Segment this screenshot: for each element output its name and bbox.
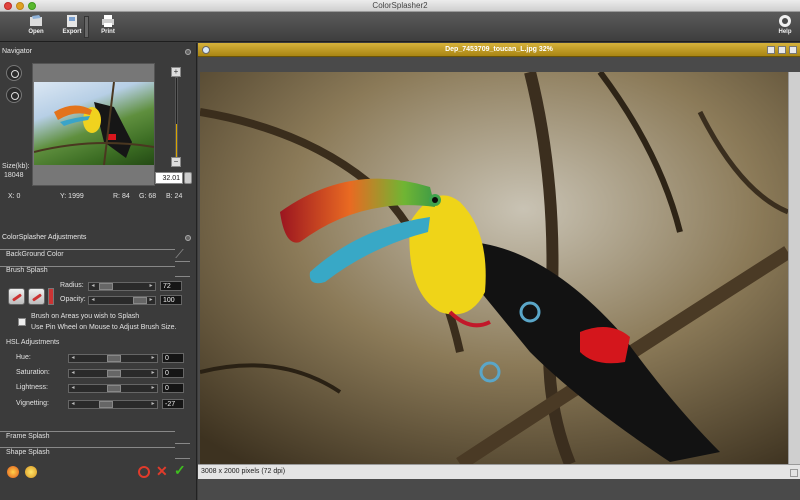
export-icon (67, 15, 77, 27)
export-dropdown-arrow[interactable] (84, 16, 89, 38)
b-readout: B: 24 (166, 193, 183, 200)
help-button[interactable]: Help (771, 14, 799, 40)
image-status-bar: 3008 x 2000 pixels (72 dpi) (198, 464, 800, 479)
lightness-value[interactable]: 0 (162, 383, 184, 393)
brush-hint-1: Brush on Areas you wish to Splash (31, 313, 140, 320)
frame-splash-section[interactable]: Frame Splash (6, 433, 50, 440)
opacity-value[interactable]: 100 (160, 295, 182, 305)
print-button[interactable]: Print (94, 14, 122, 40)
hsl-title: HSL Adjustments (6, 339, 60, 346)
saturation-label: Saturation: (16, 369, 50, 376)
hue-slider[interactable]: ◂ ▸ (68, 354, 158, 363)
divider (175, 261, 190, 262)
divider (175, 458, 190, 459)
vignetting-slider[interactable]: ◂ ▸ (68, 400, 158, 409)
image-window-titlebar[interactable]: Dep_7453709_toucan_L.jpg 32% (198, 43, 800, 57)
image-close-button[interactable] (789, 46, 797, 54)
document-icon (202, 46, 210, 54)
navigator-thumbnail (34, 82, 154, 165)
reset-icon[interactable] (138, 466, 150, 478)
zoom-fit-button[interactable] (6, 65, 22, 81)
lightness-slider[interactable]: ◂ ▸ (68, 384, 158, 393)
image-window-title: Dep_7453709_toucan_L.jpg 32% (445, 46, 553, 53)
zoom-window-button[interactable] (28, 2, 36, 10)
minimize-window-button[interactable] (16, 2, 24, 10)
size-value: 18048 (4, 172, 24, 179)
zoom-value-field[interactable]: 32.01 (155, 172, 183, 184)
zoom-actual-button[interactable] (6, 87, 22, 103)
divider (175, 443, 190, 444)
zoom-in-button[interactable]: + (171, 67, 181, 77)
export-button[interactable]: Export (58, 14, 86, 40)
radius-slider[interactable]: ◂ ▸ (88, 282, 156, 291)
hue-value[interactable]: 0 (162, 353, 184, 363)
cancel-x-icon[interactable]: ✕ (156, 463, 168, 480)
close-window-button[interactable] (4, 2, 12, 10)
divider (0, 249, 175, 250)
image-minimize-button[interactable] (767, 46, 775, 54)
navigator-preview[interactable] (32, 63, 155, 186)
effect-flower-orange-icon[interactable] (7, 466, 19, 478)
x-readout: X: 0 (8, 193, 21, 200)
opacity-slider[interactable]: ◂ ▸ (88, 296, 156, 305)
r-readout: R: 84 (113, 193, 130, 200)
brush-splash-title[interactable]: Brush Splash (6, 267, 48, 274)
saturation-slider[interactable]: ◂ ▸ (68, 369, 158, 378)
open-icon (30, 15, 42, 26)
effect-flower-yellow-icon[interactable] (25, 466, 37, 478)
background-color-section[interactable]: BackGround Color (6, 251, 64, 258)
printer-icon (102, 15, 114, 27)
divider (175, 249, 184, 258)
image-window-margin (198, 58, 800, 72)
shape-splash-section[interactable]: Shape Splash (6, 449, 50, 456)
help-label: Help (778, 29, 792, 35)
zoom-stepper[interactable] (184, 172, 192, 184)
adjustments-pin-icon[interactable] (185, 235, 191, 241)
open-button[interactable]: Open (22, 14, 50, 40)
radius-label: Radius: (60, 282, 84, 289)
divider (0, 447, 175, 448)
apply-check-icon[interactable]: ✓ (174, 462, 186, 479)
image-dimensions: 3008 x 2000 pixels (72 dpi) (201, 468, 286, 475)
hue-label: Hue: (16, 354, 31, 361)
navigator-pin-icon[interactable] (185, 49, 191, 55)
toucan-thumbnail-image (34, 82, 154, 165)
opacity-label: Opacity: (60, 296, 86, 303)
help-lifebuoy-icon (779, 15, 791, 27)
window-title: ColorSplasher2 (372, 1, 428, 10)
adjustments-title: ColorSplasher Adjustments (2, 234, 87, 241)
vignetting-value[interactable]: -27 (162, 399, 184, 409)
brush-hint-checkbox[interactable] (18, 318, 26, 326)
lightness-label: Lightness: (16, 384, 48, 391)
brush-color-swatch[interactable] (48, 288, 54, 305)
vertical-scrollbar[interactable] (788, 72, 800, 464)
vignetting-label: Vignetting: (16, 400, 49, 407)
divider (175, 276, 190, 277)
image-maximize-button[interactable] (778, 46, 786, 54)
resize-handle[interactable] (790, 469, 798, 477)
toolbar: Open Export Print Help (0, 12, 800, 42)
size-label: Size(kb): (2, 163, 30, 170)
image-window: Dep_7453709_toucan_L.jpg 32% 3008 x 2000… (198, 43, 800, 500)
brush-hint-2: Use Pin Wheel on Mouse to Adjust Brush S… (31, 324, 177, 331)
title-bar: ColorSplasher2 (0, 0, 800, 12)
image-canvas[interactable] (200, 72, 788, 464)
open-label: Open (28, 29, 44, 35)
navigator-title: Navigator (2, 48, 32, 55)
zoom-out-button[interactable]: − (171, 157, 181, 167)
eraser-tool-button[interactable] (28, 288, 45, 305)
g-readout: G: 68 (139, 193, 157, 200)
divider (0, 431, 175, 432)
zoom-slider[interactable] (175, 77, 178, 167)
radius-value[interactable]: 72 (160, 281, 182, 291)
export-label: Export (62, 29, 82, 35)
toucan-image (200, 72, 788, 464)
saturation-value[interactable]: 0 (162, 368, 184, 378)
print-label: Print (101, 29, 115, 35)
y-readout: Y: 1999 (60, 193, 84, 200)
brush-tool-button[interactable] (8, 288, 25, 305)
left-panel: Navigator + − 32.01 Size(kb): 18048 X: 0… (0, 43, 197, 500)
